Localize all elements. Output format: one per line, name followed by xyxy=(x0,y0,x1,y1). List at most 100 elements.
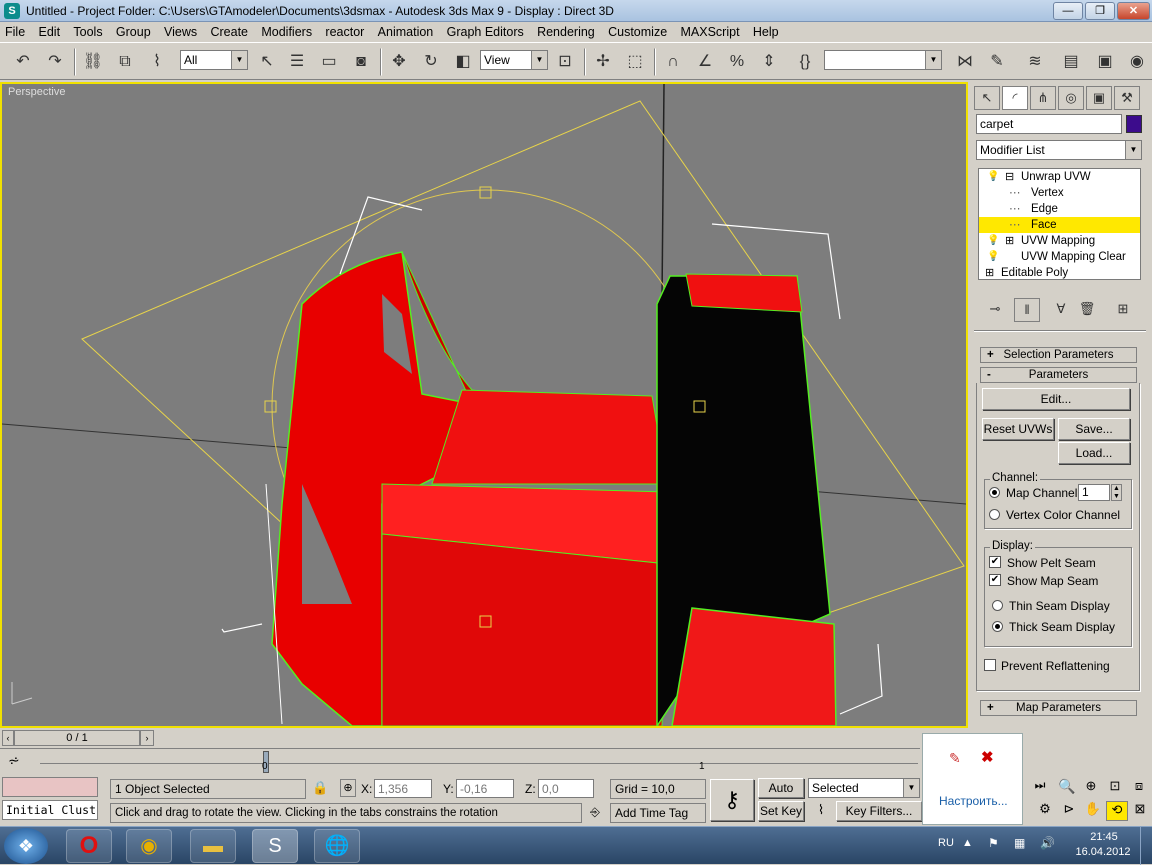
material-editor-icon[interactable]: ◉ xyxy=(1124,49,1150,75)
menu-graph-editors[interactable]: Graph Editors xyxy=(442,22,529,42)
load-button[interactable]: Load... xyxy=(1058,442,1130,464)
open-mini-curve-editor-icon[interactable]: ⩫ xyxy=(8,752,20,769)
chrome-icon[interactable]: ◉ xyxy=(126,829,172,863)
tray-app-icon[interactable]: ✎ xyxy=(949,750,961,767)
stack-item-unwrap-uvw[interactable]: 💡 ⊟ Unwrap UVW xyxy=(979,169,1140,185)
select-and-move-icon[interactable]: ✥ xyxy=(386,49,412,75)
show-hidden-icons-icon[interactable]: ▲ xyxy=(962,837,973,849)
absolute-mode-icon[interactable]: ⊕ xyxy=(340,779,356,797)
utilities-tab-icon[interactable]: ⚒ xyxy=(1114,86,1140,110)
menu-modifiers[interactable]: Modifiers xyxy=(256,22,317,42)
hierarchy-tab-icon[interactable]: ⋔ xyxy=(1030,86,1056,110)
clock-time[interactable]: 21:45 xyxy=(1078,831,1130,843)
add-time-tag[interactable]: Add Time Tag xyxy=(610,803,706,823)
default-tangents-icon[interactable]: ⌇ xyxy=(810,802,832,822)
time-tag-icon[interactable]: ⎆ xyxy=(586,805,604,823)
create-tab-icon[interactable]: ↖ xyxy=(974,86,1000,110)
map-channel-spinner[interactable]: ▲ ▼ xyxy=(1111,484,1122,501)
modifier-list-dropdown[interactable]: Modifier List ▼ xyxy=(976,140,1142,160)
volume-icon[interactable]: 🔊 xyxy=(1040,836,1055,850)
motion-tab-icon[interactable]: ◎ xyxy=(1058,86,1084,110)
select-and-link-icon[interactable]: ⛓ xyxy=(80,49,106,75)
stack-item-editable-poly[interactable]: ⊞ Editable Poly xyxy=(979,265,1140,281)
redo-icon[interactable]: ↷ xyxy=(42,49,68,75)
zoom-extents-all-icon[interactable]: ⧈ xyxy=(1128,778,1150,798)
show-map-seam-checkbox[interactable]: ✔ xyxy=(989,574,1001,586)
edit-button[interactable]: Edit... xyxy=(982,388,1130,410)
track-bar[interactable]: ⩫ 0 1 xyxy=(0,748,920,774)
select-by-name-icon[interactable]: ☰ xyxy=(284,49,310,75)
align-icon[interactable]: ✎ xyxy=(984,49,1010,75)
menu-customize[interactable]: Customize xyxy=(603,22,672,42)
unlink-selection-icon[interactable]: ⧉ xyxy=(112,49,138,75)
percent-snap-icon[interactable]: % xyxy=(724,49,750,75)
prev-frame-icon[interactable]: ‹ xyxy=(2,730,14,746)
object-name-input[interactable]: carpet xyxy=(976,114,1122,134)
vertex-color-channel-radio[interactable] xyxy=(989,509,1000,520)
display-tab-icon[interactable]: ▣ xyxy=(1086,86,1112,110)
stack-item-uvw-mapping-clear[interactable]: 💡 UVW Mapping Clear xyxy=(979,249,1140,265)
clock-date[interactable]: 16.04.2012 xyxy=(1070,846,1136,858)
modify-tab-icon[interactable]: ◜ xyxy=(1002,86,1028,110)
key-mode-dropdown[interactable]: Selected ▼ xyxy=(808,778,920,798)
named-selection-dropdown[interactable]: ▼ xyxy=(824,50,942,70)
map-channel-radio[interactable] xyxy=(989,487,1000,498)
opera-icon[interactable]: O xyxy=(66,829,112,863)
lightbulb-icon[interactable]: 💡 xyxy=(987,169,999,185)
stack-item-uvw-mapping[interactable]: 💡 ⊞ UVW Mapping xyxy=(979,233,1140,249)
thick-seam-radio[interactable] xyxy=(992,621,1003,632)
remove-modifier-icon[interactable]: 🗑 xyxy=(1074,298,1100,322)
x-coordinate-input[interactable]: 1,356 xyxy=(374,779,432,798)
lightbulb-icon[interactable]: 💡 xyxy=(987,233,999,249)
zoom-icon[interactable]: 🔍 xyxy=(1056,778,1078,798)
menu-create[interactable]: Create xyxy=(205,22,253,42)
select-and-manipulate-icon[interactable]: ✢ xyxy=(590,49,616,75)
viewport-scene[interactable] xyxy=(2,84,966,726)
window-crossing-icon[interactable]: ◙ xyxy=(348,49,374,75)
3ds-max-icon[interactable]: S xyxy=(4,3,20,19)
zoom-all-icon[interactable]: ⊕ xyxy=(1080,778,1102,798)
selection-filter-dropdown[interactable]: All ▼ xyxy=(180,50,248,70)
maximize-button[interactable]: ❐ xyxy=(1085,2,1115,20)
tray-flag-icon[interactable]: ⚑ xyxy=(988,836,999,850)
globe-app-icon[interactable]: 🌐 xyxy=(314,829,360,863)
minimize-button[interactable]: — xyxy=(1053,2,1083,20)
menu-views[interactable]: Views xyxy=(159,22,202,42)
arc-rotate-icon[interactable]: ⟲ xyxy=(1106,801,1128,821)
z-coordinate-input[interactable]: 0,0 xyxy=(538,779,594,798)
save-button[interactable]: Save... xyxy=(1058,418,1130,440)
zoom-extents-icon[interactable]: ⊡ xyxy=(1104,778,1126,798)
perspective-viewport[interactable]: Perspective xyxy=(0,82,968,728)
map-channel-input[interactable]: 1 xyxy=(1078,484,1110,501)
menu-help[interactable]: Help xyxy=(748,22,784,42)
curve-editor-icon[interactable]: ▤ xyxy=(1058,49,1084,75)
go-to-end-icon[interactable]: ⏭ xyxy=(1028,778,1052,798)
use-pivot-center-icon[interactable]: ⊡ xyxy=(552,49,578,75)
select-and-scale-icon[interactable]: ◧ xyxy=(450,49,476,75)
select-object-icon[interactable]: ↖ xyxy=(254,49,280,75)
stack-item-vertex[interactable]: ⋯ Vertex xyxy=(979,185,1140,201)
stack-item-edge[interactable]: ⋯ Edge xyxy=(979,201,1140,217)
expand-icon[interactable]: ⊞ xyxy=(985,265,994,281)
stack-item-face[interactable]: ⋯ Face xyxy=(979,217,1140,233)
show-pelt-seam-checkbox[interactable]: ✔ xyxy=(989,556,1001,568)
set-key-icon[interactable]: ⚷ xyxy=(710,779,754,821)
field-of-view-icon[interactable]: ⊳ xyxy=(1058,801,1080,821)
start-button-icon[interactable]: ❖ xyxy=(4,828,48,864)
bind-to-space-warp-icon[interactable]: ⌇ xyxy=(144,49,170,75)
menu-animation[interactable]: Animation xyxy=(373,22,439,42)
reference-coordinate-dropdown[interactable]: View ▼ xyxy=(480,50,548,70)
make-unique-icon[interactable]: ∀ xyxy=(1048,298,1074,322)
selection-parameters-rollout[interactable]: + Selection Parameters xyxy=(980,347,1137,363)
3ds-max-taskbar-icon[interactable]: S xyxy=(252,829,298,863)
maxscript-input[interactable]: Initial Clust xyxy=(2,800,98,820)
pin-stack-icon[interactable]: ⊸ xyxy=(982,298,1008,322)
keyboard-shortcut-override-icon[interactable]: ⬚ xyxy=(622,49,648,75)
schematic-view-icon[interactable]: ▣ xyxy=(1092,49,1118,75)
set-key-button[interactable]: Set Key xyxy=(758,801,804,821)
reset-uvws-button[interactable]: Reset UVWs xyxy=(982,418,1054,440)
time-configuration-icon[interactable]: ⚙ xyxy=(1034,801,1056,821)
prevent-reflattening-checkbox[interactable] xyxy=(984,659,996,671)
edit-named-selection-icon[interactable]: {} xyxy=(792,49,818,75)
object-color-swatch[interactable] xyxy=(1126,115,1142,133)
